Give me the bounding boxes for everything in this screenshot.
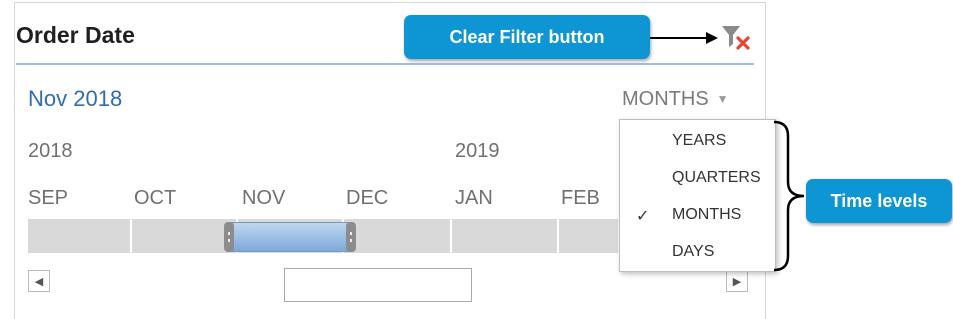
scroll-right-button[interactable]: ▶ — [726, 270, 748, 292]
arrow-right-icon — [650, 32, 718, 44]
option-months[interactable]: MONTHS — [672, 206, 741, 224]
horizontal-scroll-thumb[interactable] — [284, 268, 472, 302]
clear-filter-icon[interactable] — [720, 22, 752, 54]
year-label: 2018 — [28, 140, 73, 162]
left-resize-handle[interactable] — [224, 222, 234, 252]
month-label: SEP — [28, 187, 69, 209]
right-resize-handle[interactable] — [346, 222, 356, 252]
selection-label: Nov 2018 — [28, 86, 123, 111]
brace-icon — [773, 120, 805, 272]
checkmark-icon: ✓ — [636, 208, 650, 225]
time-level-dropdown: YEARS QUARTERS ✓ MONTHS DAYS — [619, 119, 776, 272]
time-level-value: MONTHS — [622, 88, 709, 110]
clear-filter-callout: Clear Filter button — [404, 15, 650, 59]
title-divider — [16, 63, 754, 65]
chevron-down-icon: ▼ — [716, 92, 729, 106]
month-label: OCT — [134, 187, 177, 209]
period-divider — [450, 219, 452, 253]
month-label: DEC — [346, 187, 389, 209]
selected-period-bar[interactable] — [224, 222, 356, 252]
year-label: 2019 — [455, 140, 500, 162]
option-days[interactable]: DAYS — [672, 243, 714, 261]
period-divider — [557, 219, 559, 253]
option-years[interactable]: YEARS — [672, 132, 726, 150]
slicer-title: Order Date — [16, 22, 135, 48]
month-label: NOV — [242, 187, 286, 209]
month-label: JAN — [455, 187, 493, 209]
option-quarters[interactable]: QUARTERS — [672, 169, 761, 187]
scroll-left-button[interactable]: ◀ — [28, 270, 50, 292]
month-label: FEB — [561, 187, 600, 209]
triangle-left-icon: ◀ — [34, 275, 44, 288]
time-level-select[interactable]: MONTHS ▼ — [622, 88, 729, 111]
period-divider — [130, 219, 132, 253]
time-levels-callout: Time levels — [806, 179, 952, 223]
triangle-right-icon: ▶ — [732, 275, 742, 288]
